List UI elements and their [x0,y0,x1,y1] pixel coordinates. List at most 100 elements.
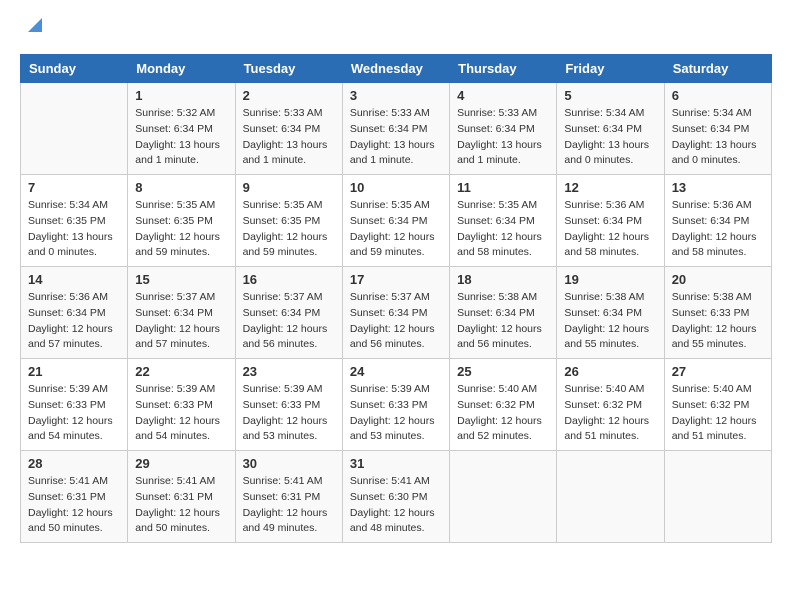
day-number: 13 [672,180,764,195]
day-detail: Sunrise: 5:33 AM Sunset: 6:34 PM Dayligh… [457,106,549,169]
day-number: 18 [457,272,549,287]
day-detail: Sunrise: 5:36 AM Sunset: 6:34 PM Dayligh… [28,290,120,353]
day-detail: Sunrise: 5:35 AM Sunset: 6:34 PM Dayligh… [457,198,549,261]
day-number: 8 [135,180,227,195]
calendar-cell: 8 Sunrise: 5:35 AM Sunset: 6:35 PM Daylig… [128,175,235,267]
calendar-cell: 4 Sunrise: 5:33 AM Sunset: 6:34 PM Daylig… [450,83,557,175]
day-number: 15 [135,272,227,287]
day-number: 26 [564,364,656,379]
logo-arrow-icon [24,14,46,36]
day-number: 21 [28,364,120,379]
calendar-table: SundayMondayTuesdayWednesdayThursdayFrid… [20,54,772,543]
day-detail: Sunrise: 5:32 AM Sunset: 6:34 PM Dayligh… [135,106,227,169]
day-detail: Sunrise: 5:40 AM Sunset: 6:32 PM Dayligh… [672,382,764,445]
calendar-cell [450,451,557,543]
day-number: 12 [564,180,656,195]
day-number: 29 [135,456,227,471]
day-number: 16 [243,272,335,287]
calendar-cell: 10Sunrise: 5:35 AM Sunset: 6:34 PM Dayli… [342,175,449,267]
day-number: 7 [28,180,120,195]
day-number: 6 [672,88,764,103]
day-detail: Sunrise: 5:41 AM Sunset: 6:30 PM Dayligh… [350,474,442,537]
day-detail: Sunrise: 5:39 AM Sunset: 6:33 PM Dayligh… [350,382,442,445]
day-number: 1 [135,88,227,103]
calendar-cell [557,451,664,543]
day-detail: Sunrise: 5:40 AM Sunset: 6:32 PM Dayligh… [564,382,656,445]
header-cell-thursday: Thursday [450,55,557,83]
week-row: 28 Sunrise: 5:41 AM Sunset: 6:31 PM Dayli… [21,451,772,543]
calendar-cell: 5 Sunrise: 5:34 AM Sunset: 6:34 PM Daylig… [557,83,664,175]
calendar-cell: 23Sunrise: 5:39 AM Sunset: 6:33 PM Dayli… [235,359,342,451]
header-cell-sunday: Sunday [21,55,128,83]
day-number: 28 [28,456,120,471]
day-detail: Sunrise: 5:34 AM Sunset: 6:34 PM Dayligh… [564,106,656,169]
calendar-cell: 30 Sunrise: 5:41 AM Sunset: 6:31 PM Dayli… [235,451,342,543]
calendar-cell: 11 Sunrise: 5:35 AM Sunset: 6:34 PM Dayli… [450,175,557,267]
day-number: 17 [350,272,442,287]
day-detail: Sunrise: 5:37 AM Sunset: 6:34 PM Dayligh… [135,290,227,353]
day-number: 3 [350,88,442,103]
day-detail: Sunrise: 5:34 AM Sunset: 6:34 PM Dayligh… [672,106,764,169]
header-cell-monday: Monday [128,55,235,83]
day-detail: Sunrise: 5:38 AM Sunset: 6:34 PM Dayligh… [457,290,549,353]
calendar-cell: 14 Sunrise: 5:36 AM Sunset: 6:34 PM Dayli… [21,267,128,359]
day-detail: Sunrise: 5:39 AM Sunset: 6:33 PM Dayligh… [243,382,335,445]
day-detail: Sunrise: 5:39 AM Sunset: 6:33 PM Dayligh… [28,382,120,445]
day-detail: Sunrise: 5:34 AM Sunset: 6:35 PM Dayligh… [28,198,120,261]
calendar-cell: 18 Sunrise: 5:38 AM Sunset: 6:34 PM Dayli… [450,267,557,359]
day-detail: Sunrise: 5:38 AM Sunset: 6:33 PM Dayligh… [672,290,764,353]
day-detail: Sunrise: 5:35 AM Sunset: 6:35 PM Dayligh… [135,198,227,261]
calendar-cell: 6 Sunrise: 5:34 AM Sunset: 6:34 PM Daylig… [664,83,771,175]
day-number: 24 [350,364,442,379]
header-row: SundayMondayTuesdayWednesdayThursdayFrid… [21,55,772,83]
day-detail: Sunrise: 5:33 AM Sunset: 6:34 PM Dayligh… [350,106,442,169]
day-detail: Sunrise: 5:41 AM Sunset: 6:31 PM Dayligh… [135,474,227,537]
calendar-cell [664,451,771,543]
day-detail: Sunrise: 5:36 AM Sunset: 6:34 PM Dayligh… [672,198,764,261]
day-number: 22 [135,364,227,379]
calendar-cell: 1 Sunrise: 5:32 AM Sunset: 6:34 PM Daylig… [128,83,235,175]
day-number: 2 [243,88,335,103]
day-number: 10 [350,180,442,195]
day-number: 5 [564,88,656,103]
calendar-cell: 24 Sunrise: 5:39 AM Sunset: 6:33 PM Dayli… [342,359,449,451]
calendar-cell: 16 Sunrise: 5:37 AM Sunset: 6:34 PM Dayli… [235,267,342,359]
day-detail: Sunrise: 5:41 AM Sunset: 6:31 PM Dayligh… [243,474,335,537]
day-number: 11 [457,180,549,195]
day-detail: Sunrise: 5:36 AM Sunset: 6:34 PM Dayligh… [564,198,656,261]
calendar-cell: 26 Sunrise: 5:40 AM Sunset: 6:32 PM Dayli… [557,359,664,451]
week-row: 21 Sunrise: 5:39 AM Sunset: 6:33 PM Dayli… [21,359,772,451]
week-row: 14 Sunrise: 5:36 AM Sunset: 6:34 PM Dayli… [21,267,772,359]
calendar-cell: 25Sunrise: 5:40 AM Sunset: 6:32 PM Dayli… [450,359,557,451]
calendar-cell: 13 Sunrise: 5:36 AM Sunset: 6:34 PM Dayli… [664,175,771,267]
calendar-cell: 17 Sunrise: 5:37 AM Sunset: 6:34 PM Dayli… [342,267,449,359]
calendar-cell: 31 Sunrise: 5:41 AM Sunset: 6:30 PM Dayli… [342,451,449,543]
calendar-cell [21,83,128,175]
calendar-cell: 20Sunrise: 5:38 AM Sunset: 6:33 PM Dayli… [664,267,771,359]
day-number: 27 [672,364,764,379]
day-number: 19 [564,272,656,287]
day-number: 4 [457,88,549,103]
day-number: 30 [243,456,335,471]
calendar-cell: 12 Sunrise: 5:36 AM Sunset: 6:34 PM Dayli… [557,175,664,267]
calendar-cell: 22 Sunrise: 5:39 AM Sunset: 6:33 PM Dayli… [128,359,235,451]
calendar-cell: 2 Sunrise: 5:33 AM Sunset: 6:34 PM Daylig… [235,83,342,175]
day-detail: Sunrise: 5:37 AM Sunset: 6:34 PM Dayligh… [243,290,335,353]
header-cell-wednesday: Wednesday [342,55,449,83]
calendar-cell: 19 Sunrise: 5:38 AM Sunset: 6:34 PM Dayli… [557,267,664,359]
day-number: 25 [457,364,549,379]
day-detail: Sunrise: 5:33 AM Sunset: 6:34 PM Dayligh… [243,106,335,169]
day-number: 31 [350,456,442,471]
day-number: 14 [28,272,120,287]
calendar-cell: 7 Sunrise: 5:34 AM Sunset: 6:35 PM Daylig… [21,175,128,267]
week-row: 1 Sunrise: 5:32 AM Sunset: 6:34 PM Daylig… [21,83,772,175]
day-detail: Sunrise: 5:39 AM Sunset: 6:33 PM Dayligh… [135,382,227,445]
day-detail: Sunrise: 5:38 AM Sunset: 6:34 PM Dayligh… [564,290,656,353]
header-cell-friday: Friday [557,55,664,83]
day-detail: Sunrise: 5:37 AM Sunset: 6:34 PM Dayligh… [350,290,442,353]
day-detail: Sunrise: 5:41 AM Sunset: 6:31 PM Dayligh… [28,474,120,537]
calendar-cell: 21 Sunrise: 5:39 AM Sunset: 6:33 PM Dayli… [21,359,128,451]
day-detail: Sunrise: 5:35 AM Sunset: 6:35 PM Dayligh… [243,198,335,261]
header-cell-saturday: Saturday [664,55,771,83]
calendar-cell: 29 Sunrise: 5:41 AM Sunset: 6:31 PM Dayli… [128,451,235,543]
